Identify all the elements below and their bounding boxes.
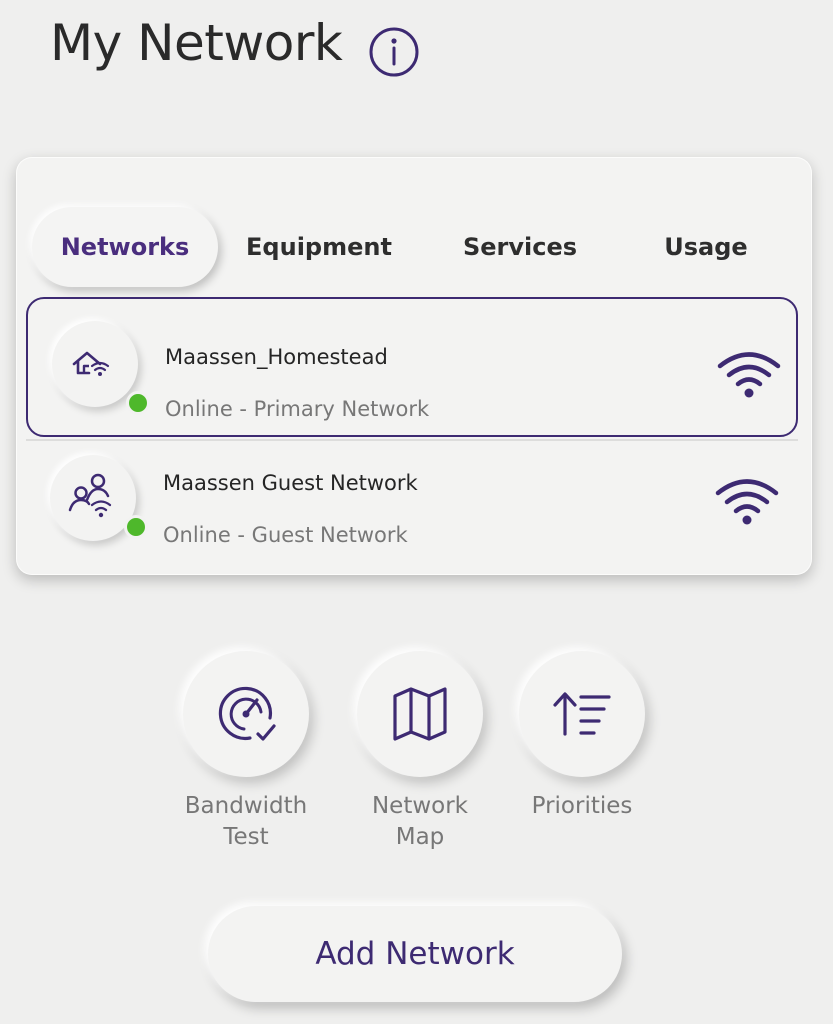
home-wifi-icon [72, 351, 110, 376]
priorities-icon [553, 692, 611, 736]
tab-services[interactable]: Services [430, 205, 610, 289]
wifi-icon [715, 479, 779, 525]
network-row-primary[interactable]: Maassen_Homestead Online - Primary Netwo… [26, 297, 798, 437]
bandwidth-test-circle[interactable] [183, 651, 309, 777]
tab-equipment[interactable]: Equipment [234, 205, 404, 289]
online-status-dot [126, 391, 150, 415]
tab-networks[interactable]: Networks [32, 207, 218, 287]
network-status: Online - Guest Network [163, 523, 408, 547]
add-network-button[interactable]: Add Network [208, 906, 622, 1002]
online-status-dot [124, 515, 148, 539]
network-map-label-line1: Network [371, 793, 469, 819]
page-title: My Network [50, 14, 343, 72]
wifi-icon [717, 352, 781, 398]
networks-card: Networks Equipment Services Usage Maasse… [16, 157, 812, 575]
network-row-guest[interactable]: Maassen Guest Network Online - Guest Net… [26, 439, 798, 567]
network-map-label: Network Map [350, 791, 490, 853]
network-map-button[interactable]: Network Map [350, 651, 490, 853]
bandwidth-test-label-line2: Test [223, 824, 269, 850]
speedometer-icon [218, 686, 276, 741]
network-name: Maassen Guest Network [163, 471, 418, 495]
my-network-screen: My Network Networks Equipment Services U… [0, 0, 833, 1024]
priorities-label: Priorities [512, 791, 652, 822]
network-status: Online - Primary Network [165, 397, 430, 421]
bandwidth-test-button[interactable]: Bandwidth Test [176, 651, 316, 853]
bandwidth-test-label-line1: Bandwidth [184, 793, 308, 819]
network-avatar [52, 321, 138, 407]
info-icon[interactable] [367, 25, 421, 79]
tab-usage[interactable]: Usage [626, 205, 786, 289]
network-name: Maassen_Homestead [165, 345, 388, 369]
network-map-circle[interactable] [357, 651, 483, 777]
priorities-circle[interactable] [519, 651, 645, 777]
map-icon [393, 687, 447, 741]
priorities-button[interactable]: Priorities [512, 651, 652, 822]
bandwidth-test-label: Bandwidth Test [176, 791, 316, 853]
priorities-label-line1: Priorities [531, 793, 633, 819]
guest-users-wifi-icon [68, 473, 112, 518]
network-map-label-line2: Map [395, 824, 445, 850]
